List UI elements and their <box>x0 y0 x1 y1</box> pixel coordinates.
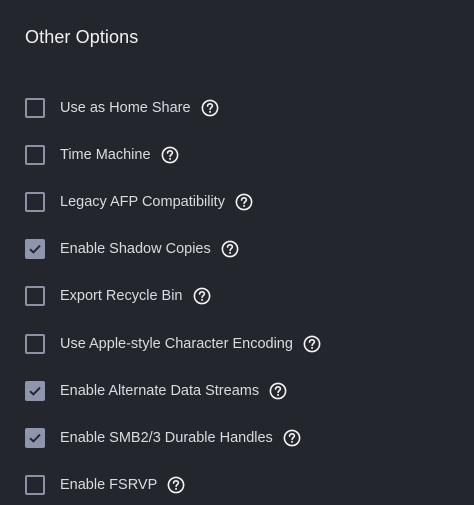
checkbox-use-as-home-share[interactable] <box>25 97 45 118</box>
checkbox-export-recycle-bin[interactable] <box>25 286 45 307</box>
option-label: Enable Alternate Data Streams <box>60 382 260 399</box>
option-export-recycle-bin[interactable]: Export Recycle Bin <box>25 273 455 320</box>
option-enable-alternate-data-streams[interactable]: Enable Alternate Data Streams <box>25 367 455 414</box>
checkbox-apple-style-character-encoding[interactable] <box>25 333 45 354</box>
help-circle-icon[interactable] <box>201 99 219 117</box>
help-circle-icon[interactable] <box>221 240 239 258</box>
checkmark-icon <box>29 386 41 396</box>
option-apple-style-character-encoding[interactable]: Use Apple-style Character Encoding <box>25 320 455 367</box>
checkmark-icon <box>29 433 41 443</box>
option-enable-fsrvp[interactable]: Enable FSRVP <box>25 462 455 505</box>
option-label: Export Recycle Bin <box>60 288 183 305</box>
help-circle-icon[interactable] <box>235 193 253 211</box>
option-label: Enable SMB2/3 Durable Handles <box>60 429 273 446</box>
option-label: Legacy AFP Compatibility <box>60 193 225 210</box>
option-use-as-home-share[interactable]: Use as Home Share <box>25 84 455 131</box>
other-options-panel: Other Options Use as Home Share Time Mac… <box>0 0 474 505</box>
help-circle-icon[interactable] <box>303 335 321 353</box>
option-legacy-afp-compatibility[interactable]: Legacy AFP Compatibility <box>25 178 455 225</box>
option-label: Time Machine <box>60 146 151 163</box>
checkbox-time-machine[interactable] <box>25 144 45 165</box>
option-label: Enable FSRVP <box>60 477 158 494</box>
checkbox-enable-smb-durable-handles[interactable] <box>25 427 45 448</box>
help-circle-icon[interactable] <box>161 146 179 164</box>
option-label: Use as Home Share <box>60 99 191 116</box>
option-time-machine[interactable]: Time Machine <box>25 131 455 178</box>
option-label: Enable Shadow Copies <box>60 241 211 258</box>
option-enable-shadow-copies[interactable]: Enable Shadow Copies <box>25 226 455 273</box>
checkbox-legacy-afp-compatibility[interactable] <box>25 191 45 212</box>
options-list: Use as Home Share Time Machine Legacy AF… <box>25 84 455 505</box>
help-circle-icon[interactable] <box>167 476 185 494</box>
option-label: Use Apple-style Character Encoding <box>60 335 293 352</box>
checkbox-enable-alternate-data-streams[interactable] <box>25 380 45 401</box>
help-circle-icon[interactable] <box>283 429 301 447</box>
checkbox-enable-fsrvp[interactable] <box>25 475 45 496</box>
checkbox-enable-shadow-copies[interactable] <box>25 239 45 260</box>
help-circle-icon[interactable] <box>193 287 211 305</box>
section-title: Other Options <box>25 27 139 47</box>
option-enable-smb-durable-handles[interactable]: Enable SMB2/3 Durable Handles <box>25 414 455 461</box>
checkmark-icon <box>29 245 41 254</box>
help-circle-icon[interactable] <box>269 382 287 400</box>
